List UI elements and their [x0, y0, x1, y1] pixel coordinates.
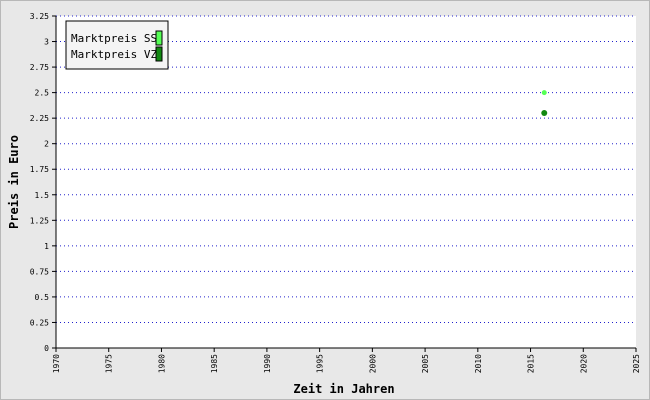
x-tick-label: 2000: [368, 354, 377, 373]
legend: Marktpreis SS Marktpreis VZ: [65, 20, 169, 70]
x-tick-label: 2010: [474, 354, 483, 373]
x-tick-label: 2005: [421, 354, 430, 373]
legend-label: Marktpreis SS: [71, 32, 157, 45]
y-tick-label: 3.25: [30, 12, 49, 21]
y-tick-label: 0.75: [30, 267, 49, 276]
legend-box: [65, 20, 169, 70]
x-tick-label: 2015: [527, 354, 536, 373]
x-tick-label: 1975: [105, 354, 114, 373]
x-tick-label: 2020: [579, 354, 588, 373]
x-tick-label: 1995: [316, 354, 325, 373]
x-tick-label: 1980: [157, 354, 166, 373]
x-tick-label: 1970: [52, 354, 61, 373]
y-axis-title: Preis in Euro: [7, 135, 21, 229]
y-tick-label: 2.5: [35, 89, 50, 98]
chart-frame: 0 0.25 0.5 0.75 1 1.25 1.5 1.75 2 2.25 2.5 2.75 3 3.2…: [0, 0, 650, 400]
x-tick-label: 2025: [632, 354, 641, 373]
y-tick-label: 1.75: [30, 165, 49, 174]
y-tick-label: 1: [44, 242, 49, 251]
y-tick-label: 3: [44, 38, 49, 47]
x-axis-ticks: 1970 1975 1980 1985 1990 1995 2000 2005 2010 2015…: [52, 348, 641, 373]
y-tick-label: 2: [44, 140, 49, 149]
legend-swatch: [155, 30, 163, 46]
y-tick-label: 0.5: [35, 293, 50, 302]
y-tick-label: 2.75: [30, 63, 49, 72]
y-tick-label: 1.5: [35, 191, 50, 200]
data-point: [541, 90, 547, 96]
y-tick-label: 0.25: [30, 318, 49, 327]
x-tick-label: 1990: [263, 354, 272, 373]
y-tick-label: 1.25: [30, 216, 49, 225]
x-axis-title: Zeit in Jahren: [293, 382, 394, 396]
legend-swatch: [155, 46, 163, 62]
y-tick-label: 0: [44, 344, 49, 353]
y-axis-ticks: 0 0.25 0.5 0.75 1 1.25 1.5 1.75 2 2.25 2.5 2.75 3 3.2…: [30, 12, 56, 353]
scatter-chart: 0 0.25 0.5 0.75 1 1.25 1.5 1.75 2 2.25 2.5 2.75 3 3.2…: [7, 12, 641, 396]
y-tick-label: 2.25: [30, 114, 49, 123]
legend-label: Marktpreis VZ: [71, 48, 157, 61]
x-tick-label: 1985: [210, 354, 219, 373]
data-point: [541, 110, 548, 117]
